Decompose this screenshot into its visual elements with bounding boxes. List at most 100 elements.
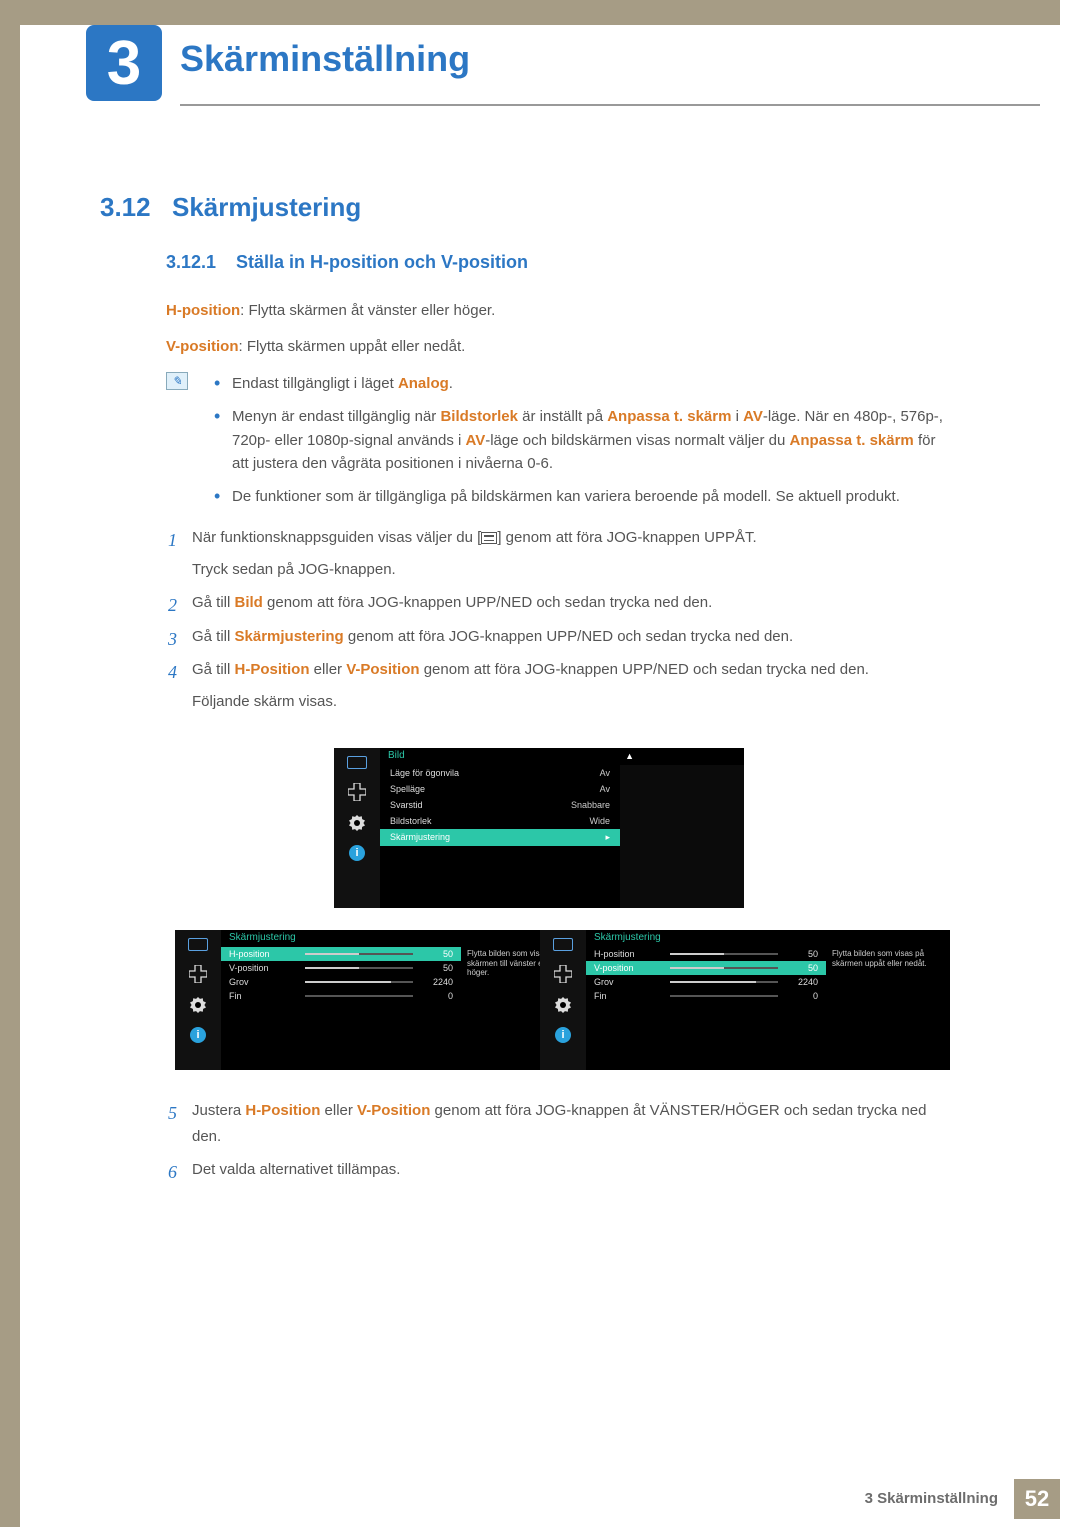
note-text: Endast tillgängligt i läget xyxy=(232,375,398,392)
monitor-icon xyxy=(553,938,573,951)
step-5: 5 Justera H-Position eller V-Position ge… xyxy=(168,1098,958,1149)
osd-row: Fin0 xyxy=(586,989,826,1003)
osd-row-label: V-position xyxy=(229,963,293,973)
slider xyxy=(670,967,778,969)
osd-row-value: 50 xyxy=(790,949,818,959)
chapter-number-box: 3 xyxy=(86,25,162,101)
step-4: 4 Gå till H-Position eller V-Position ge… xyxy=(168,657,958,714)
info-icon: i xyxy=(555,1027,571,1043)
osd-row-label: Grov xyxy=(229,977,293,987)
note-icon: ✎ xyxy=(166,372,188,390)
osd-row-selected: Skärmjustering ▸ xyxy=(380,829,620,846)
chevron-right-icon: ▸ xyxy=(605,832,610,843)
hposition-text: : Flytta skärmen åt vänster eller höger. xyxy=(240,302,495,319)
note-text: Menyn är endast tillgänglig när xyxy=(232,408,440,425)
osd-row-label: Svarstid xyxy=(390,800,423,810)
osd-row: V-position50 xyxy=(221,961,461,975)
step-text: eller xyxy=(310,661,347,678)
step-text: ] genom att föra JOG-knappen UPPÅT. xyxy=(497,529,756,546)
osd-row-value: Av xyxy=(600,768,610,778)
dpad-icon xyxy=(554,965,572,983)
steps-list: 1 När funktionsknappsguiden visas väljer… xyxy=(168,525,958,722)
section-title: Skärmjustering xyxy=(172,192,361,223)
osd-bild-menu: i Bild ▲ Läge för ögonvilaAv Spelläge Av S… xyxy=(334,748,744,908)
step-text: genom att föra JOG-knappen UPP/NED och s… xyxy=(420,661,869,678)
note-em: Anpassa t. skärm xyxy=(790,432,914,449)
menu-icon xyxy=(481,532,497,544)
monitor-icon xyxy=(188,938,208,951)
note-text: . xyxy=(449,375,453,392)
osd-row-label: H-position xyxy=(594,949,658,959)
osd-row-value: Wide xyxy=(589,816,610,826)
up-arrow-icon: ▲ xyxy=(625,751,634,761)
osd-h-position-menu: i Skärmjustering H-position50 V-position… xyxy=(175,930,585,1070)
osd-row-selected: V-position 50 xyxy=(586,961,826,975)
note-item: De funktioner som är tillgängliga på bil… xyxy=(214,485,954,508)
dpad-icon xyxy=(348,783,366,801)
step-text: genom att föra JOG-knappen UPP/NED och s… xyxy=(263,594,712,611)
osd-menu: Läge för ögonvilaAv Spelläge Av Svarstid S… xyxy=(380,765,620,846)
note-text: i xyxy=(731,408,743,425)
osd-row-label: Bildstorlek xyxy=(390,816,432,826)
note-em: Bildstorlek xyxy=(440,408,518,425)
step-2: 2 Gå till Bild genom att föra JOG-knappe… xyxy=(168,590,958,616)
note-text: är inställt på xyxy=(518,408,607,425)
slider xyxy=(305,967,413,969)
osd-row: Grov 2240 xyxy=(586,975,826,989)
note-item: Endast tillgängligt i läget Analog. xyxy=(214,372,954,395)
footer-page-number: 52 xyxy=(1014,1479,1060,1519)
step-em: H-Position xyxy=(235,661,310,678)
vposition-label: V-position xyxy=(166,338,239,355)
osd-tip: Flytta bilden som visas på skärmen uppåt… xyxy=(826,947,946,970)
osd-v-position-menu: i Skärmjustering H-position 50 V-position… xyxy=(540,930,950,1070)
osd-title: Skärmjustering xyxy=(586,930,950,947)
step-number: 1 xyxy=(168,525,177,556)
osd-row: Grov2240 xyxy=(221,975,461,989)
step-text: Det valda alternativet tillämpas. xyxy=(192,1157,958,1183)
step-number: 3 xyxy=(168,624,177,655)
dpad-icon xyxy=(189,965,207,983)
note-em: AV xyxy=(466,432,486,449)
gear-icon xyxy=(349,815,365,831)
step-em: Skärmjustering xyxy=(235,628,344,645)
info-icon: i xyxy=(190,1027,206,1043)
slider xyxy=(670,953,778,955)
subsection-title: Ställa in H-position och V-position xyxy=(236,252,528,273)
osd-row: Läge för ögonvilaAv xyxy=(380,765,620,781)
step-text: Tryck sedan på JOG-knappen. xyxy=(192,557,958,583)
osd-row-label: Skärmjustering xyxy=(390,832,450,843)
step-1: 1 När funktionsknappsguiden visas väljer… xyxy=(168,525,958,582)
step-em: V-Position xyxy=(346,661,419,678)
osd-row-value: 50 xyxy=(790,963,818,973)
osd-title-text: Bild xyxy=(388,750,405,761)
note-list: Endast tillgängligt i läget Analog. Meny… xyxy=(214,372,954,518)
osd-row-value: 2240 xyxy=(790,977,818,987)
step-text: Gå till xyxy=(192,628,235,645)
step-em: V-Position xyxy=(357,1102,430,1119)
note-em: AV xyxy=(743,408,763,425)
osd-sidebar: i xyxy=(334,748,380,908)
osd-row: H-position 50 xyxy=(586,947,826,961)
osd-row-value: Snabbare xyxy=(571,800,610,810)
step-em: H-Position xyxy=(245,1102,320,1119)
chapter-underline xyxy=(180,104,1040,106)
section-number: 3.12 xyxy=(100,192,151,223)
steps-list-2: 5 Justera H-Position eller V-Position ge… xyxy=(168,1098,958,1191)
osd-row-label: V-position xyxy=(594,963,658,973)
footer-chapter-label: 3 Skärminställning xyxy=(865,1490,998,1507)
vposition-text: : Flytta skärmen uppåt eller nedåt. xyxy=(239,338,466,355)
osd-row-value: 0 xyxy=(425,991,453,1001)
slider xyxy=(670,995,778,997)
slider xyxy=(305,995,413,997)
hposition-definition: H-position: Flytta skärmen åt vänster el… xyxy=(166,300,966,323)
osd-row-value: 50 xyxy=(425,949,453,959)
osd-row-label: Grov xyxy=(594,977,658,987)
osd-row-label: Fin xyxy=(229,991,293,1001)
osd-row-label: Spelläge xyxy=(390,784,425,794)
osd-row-selected: H-position50 xyxy=(221,947,461,961)
hposition-label: H-position xyxy=(166,302,240,319)
slider xyxy=(670,981,778,983)
slider xyxy=(305,953,413,955)
top-bar xyxy=(0,0,1060,25)
info-icon: i xyxy=(349,845,365,861)
